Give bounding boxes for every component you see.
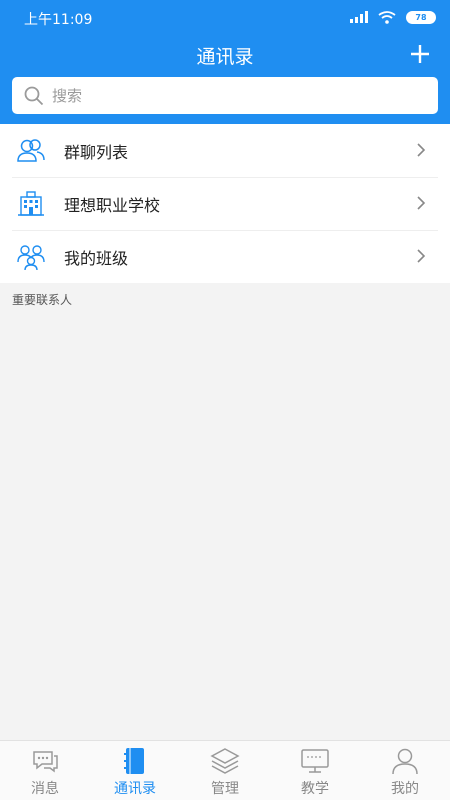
search-input[interactable] <box>52 86 392 105</box>
tab-management[interactable]: 管理 <box>180 741 270 800</box>
group-chat-icon <box>17 139 45 162</box>
list-item-my-class[interactable]: 我的班级 <box>0 230 450 283</box>
wifi-icon <box>378 10 396 24</box>
bottom-tab-bar: 消息 通讯录 管理 教学 我的 <box>0 740 450 800</box>
contact-category-list: 群聊列表 理想职业学校 我的班级 <box>0 124 450 283</box>
chevron-right-icon <box>417 249 426 263</box>
list-item-label: 理想职业学校 <box>64 195 161 215</box>
section-title-important-contacts: 重要联系人 <box>12 293 73 307</box>
class-people-icon <box>17 245 45 271</box>
list-item-label: 我的班级 <box>64 248 129 268</box>
tab-label: 管理 <box>211 781 239 797</box>
profile-icon <box>392 748 418 775</box>
tab-label: 我的 <box>391 781 419 797</box>
battery-icon: 78 <box>406 10 436 24</box>
list-item-school[interactable]: 理想职业学校 <box>0 177 450 230</box>
search-icon <box>24 86 44 105</box>
school-building-icon <box>18 191 44 216</box>
layers-icon <box>210 748 240 774</box>
add-icon[interactable] <box>408 36 432 72</box>
header: 通讯录 <box>0 34 450 76</box>
page-title: 通讯录 <box>196 46 254 68</box>
tab-messages[interactable]: 消息 <box>0 741 90 800</box>
status-bar: 上午11:09 78 <box>0 0 450 34</box>
tab-label: 通讯录 <box>114 781 156 797</box>
status-icons: 78 <box>350 9 436 25</box>
status-time: 上午11:09 <box>24 12 93 28</box>
tab-label: 消息 <box>31 781 59 797</box>
search-area <box>0 76 450 124</box>
tab-contacts[interactable]: 通讯录 <box>90 741 180 800</box>
teaching-icon <box>301 749 329 773</box>
tab-teaching[interactable]: 教学 <box>270 741 360 800</box>
tab-label: 教学 <box>301 781 329 797</box>
signal-icon <box>350 11 368 23</box>
chevron-right-icon <box>417 143 426 157</box>
search-box[interactable] <box>12 77 438 114</box>
contacts-book-icon <box>124 748 144 774</box>
message-icon <box>33 751 58 773</box>
list-item-label: 群聊列表 <box>64 142 129 162</box>
tab-me[interactable]: 我的 <box>360 741 450 800</box>
chevron-right-icon <box>417 196 426 210</box>
list-item-group-chats[interactable]: 群聊列表 <box>0 124 450 177</box>
